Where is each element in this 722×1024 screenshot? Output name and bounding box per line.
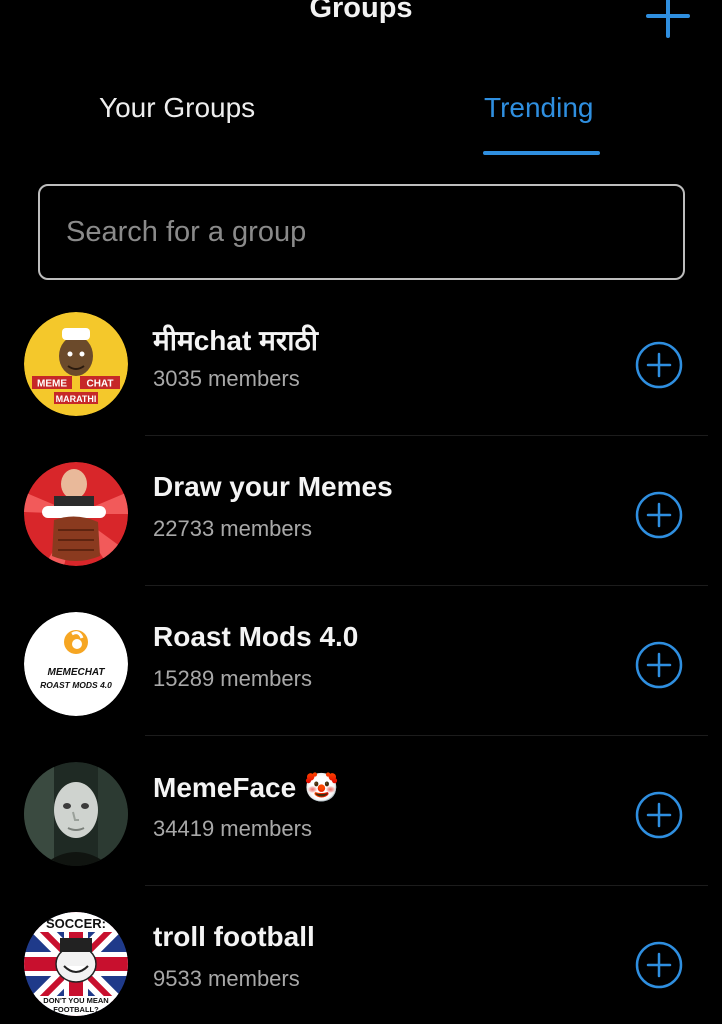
join-group-button[interactable] xyxy=(635,341,683,389)
group-avatar xyxy=(24,762,128,866)
tab-your-groups[interactable]: Your Groups xyxy=(99,92,255,124)
group-member-count: 3035 members xyxy=(153,366,300,391)
plus-icon xyxy=(646,0,690,38)
group-name: MemeFace 🤡 xyxy=(153,772,339,803)
group-name: Roast Mods 4.0 xyxy=(153,621,359,652)
active-tab-indicator xyxy=(483,151,600,155)
search-input[interactable] xyxy=(66,210,646,254)
group-row[interactable]: MemeFace 🤡 34419 members xyxy=(0,736,722,886)
group-row[interactable]: MEMECHAT ROAST MODS 4.0 Roast Mods 4.0 1… xyxy=(0,586,722,736)
group-row[interactable]: Draw your Memes 22733 members xyxy=(0,436,722,586)
group-name: मीमchat मराठी xyxy=(153,325,319,356)
group-member-count: 9533 members xyxy=(153,966,300,991)
group-name: Draw your Memes xyxy=(153,471,393,502)
plus-circle-icon xyxy=(635,791,683,839)
plus-circle-icon xyxy=(635,491,683,539)
avatar-logo-text: MARATHI xyxy=(56,394,97,404)
group-avatar xyxy=(24,462,128,566)
avatar-logo-text: MEMECHAT xyxy=(47,667,105,678)
group-avatar: MEME CHAT MARATHI xyxy=(24,312,128,416)
group-name: troll football xyxy=(153,921,315,952)
group-list: MEME CHAT MARATHI मीमchat मराठी 3035 mem… xyxy=(0,286,722,1024)
avatar-logo-text: DON'T YOU MEAN xyxy=(43,996,108,1005)
join-group-button[interactable] xyxy=(635,491,683,539)
avatar-logo-text: CHAT xyxy=(86,379,113,390)
tab-trending[interactable]: Trending xyxy=(484,92,593,124)
group-member-count: 22733 members xyxy=(153,516,312,541)
add-group-button[interactable] xyxy=(644,0,692,42)
plus-circle-icon xyxy=(635,341,683,389)
avatar-logo-text: ROAST MODS 4.0 xyxy=(40,680,112,690)
page-title: Groups xyxy=(309,0,413,24)
plus-circle-icon xyxy=(635,941,683,989)
plus-circle-icon xyxy=(635,641,683,689)
avatar-logo-text: SOCCER: xyxy=(46,916,106,931)
group-avatar: MEMECHAT ROAST MODS 4.0 xyxy=(24,612,128,716)
group-row[interactable]: MEME CHAT MARATHI मीमchat मराठी 3035 mem… xyxy=(0,286,722,436)
avatar-logo-text: MEME xyxy=(37,379,67,390)
join-group-button[interactable] xyxy=(635,791,683,839)
group-member-count: 15289 members xyxy=(153,666,312,691)
group-row[interactable]: SOCCER: DON'T YOU MEAN FOOTBALL? troll f… xyxy=(0,886,722,1024)
group-avatar: SOCCER: DON'T YOU MEAN FOOTBALL? xyxy=(24,912,128,1016)
join-group-button[interactable] xyxy=(635,641,683,689)
group-member-count: 34419 members xyxy=(153,816,312,841)
groups-screen: Groups Your Groups Trending Search for a… xyxy=(0,0,722,1024)
avatar-logo-text: FOOTBALL? xyxy=(53,1005,99,1014)
join-group-button[interactable] xyxy=(635,941,683,989)
search-box xyxy=(38,184,685,280)
